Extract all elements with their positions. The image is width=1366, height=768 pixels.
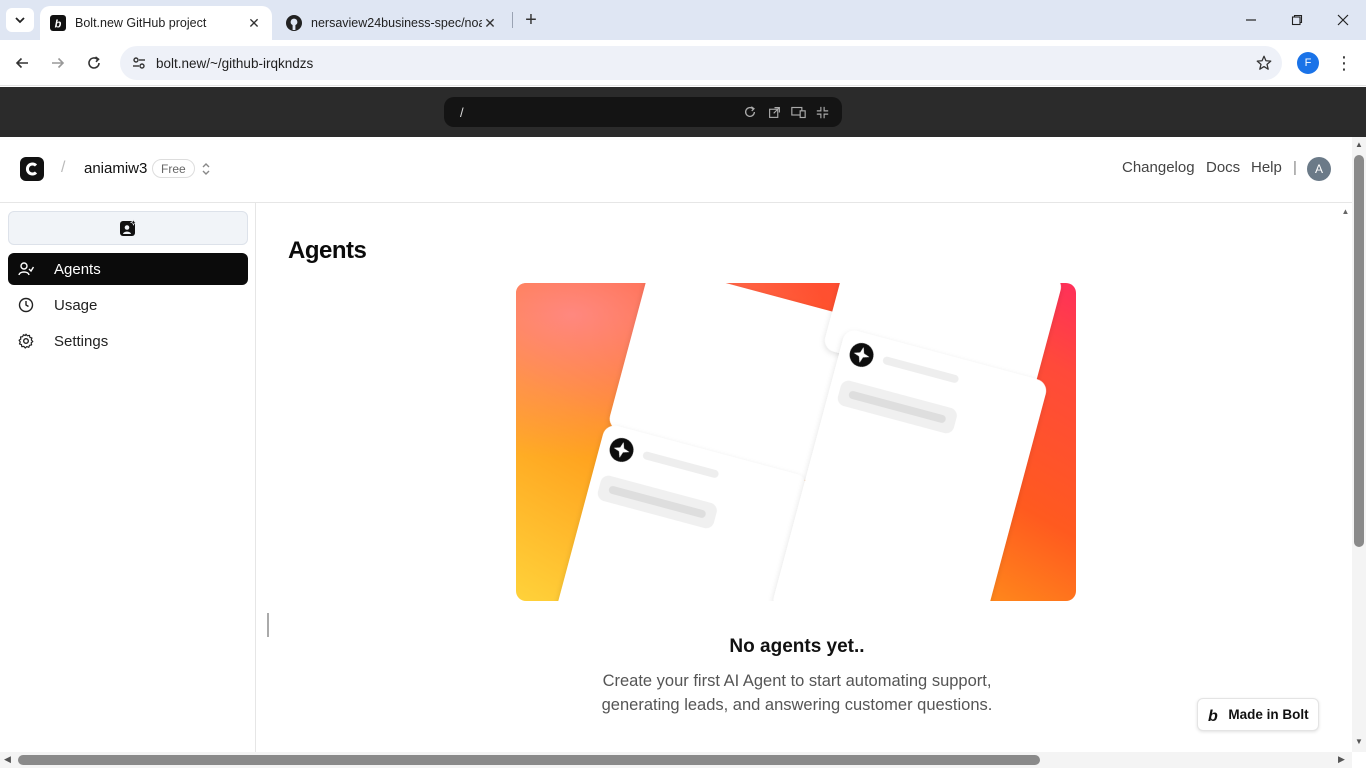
empty-state-illustration	[516, 283, 1076, 601]
back-arrow-icon[interactable]	[8, 49, 36, 77]
agents-icon	[18, 261, 34, 277]
reload-icon[interactable]	[80, 49, 108, 77]
bookmark-star-icon[interactable]	[1246, 54, 1282, 72]
page-title: Agents	[288, 237, 367, 264]
main-content: Agents No agents yet.. Create your first…	[257, 203, 1337, 752]
svg-text:b: b	[55, 19, 62, 31]
add-user-icon	[120, 219, 137, 236]
sidebar-item-agents[interactable]: Agents	[8, 253, 248, 285]
sidebar-item-label: Settings	[54, 332, 109, 350]
bolt-logo-icon: b	[1207, 707, 1221, 723]
chevron-down-icon	[15, 17, 25, 24]
minimize-icon[interactable]	[1228, 0, 1274, 40]
tab-bolt[interactable]: b Bolt.new GitHub project ✕	[40, 6, 272, 40]
plan-badge: Free	[152, 159, 195, 178]
tab-separator	[512, 12, 513, 28]
made-in-bolt-label: Made in Bolt	[1228, 707, 1309, 722]
empty-state-desc-line: Create your first AI Agent to start auto…	[602, 672, 992, 690]
tab-search-button[interactable]	[6, 8, 34, 32]
content-scrollbar[interactable]: ▲	[1339, 203, 1352, 752]
org-switcher-icon[interactable]	[199, 161, 213, 177]
empty-state-description: Create your first AI Agent to start auto…	[257, 669, 1337, 717]
page-horizontal-scrollbar[interactable]: ◀ ▶	[0, 752, 1352, 768]
header-separator: |	[1293, 159, 1297, 176]
browser-tabstrip: b Bolt.new GitHub project ✕ nersaview24b…	[0, 0, 1366, 40]
bolt-favicon-icon: b	[50, 15, 66, 31]
gear-icon	[18, 333, 34, 349]
browser-menu-icon[interactable]: ⋮	[1334, 50, 1354, 76]
resize-handle[interactable]	[267, 613, 269, 637]
sidebar-item-label: Agents	[54, 260, 101, 278]
sidebar-item-label: Usage	[54, 296, 98, 314]
scroll-right-arrow-icon[interactable]: ▶	[1338, 754, 1345, 765]
github-favicon-icon	[286, 15, 302, 31]
forward-arrow-icon[interactable]	[44, 49, 72, 77]
docs-link[interactable]: Docs	[1206, 159, 1240, 176]
profile-avatar[interactable]: F	[1297, 52, 1319, 74]
vertical-scroll-thumb[interactable]	[1354, 155, 1364, 547]
scroll-down-arrow-icon[interactable]: ▼	[1355, 737, 1363, 746]
empty-state-desc-line: generating leads, and answering customer…	[601, 696, 993, 714]
preview-reload-icon[interactable]	[742, 104, 758, 120]
app-frame: / aniamiw3 Free Changelog Docs Help | A …	[0, 137, 1352, 752]
device-preview-icon[interactable]	[790, 104, 806, 120]
preview-bar: /	[0, 87, 1366, 137]
app-logo-icon[interactable]	[20, 157, 44, 181]
close-window-icon[interactable]	[1320, 0, 1366, 40]
horizontal-scroll-thumb[interactable]	[18, 755, 1040, 765]
sidebar-item-usage[interactable]: Usage	[8, 289, 248, 321]
scroll-left-arrow-icon[interactable]: ◀	[4, 754, 11, 765]
org-name[interactable]: aniamiw3	[84, 160, 147, 177]
tab-github[interactable]: nersaview24business-spec/noa ✕	[276, 6, 508, 40]
changelog-link[interactable]: Changelog	[1122, 159, 1195, 176]
new-agent-button[interactable]	[8, 211, 248, 245]
open-external-icon[interactable]	[766, 104, 782, 120]
tab-title: Bolt.new GitHub project	[75, 16, 207, 30]
tab-title: nersaview24business-spec/noa	[311, 16, 482, 30]
browser-toolbar: bolt.new/~/github-irqkndzs F ⋮	[0, 40, 1366, 86]
scroll-up-arrow-icon[interactable]: ▲	[1355, 140, 1363, 149]
tab-close-icon[interactable]: ✕	[482, 15, 498, 31]
restore-icon[interactable]	[1274, 0, 1320, 40]
scroll-up-arrow-icon[interactable]: ▲	[1341, 207, 1350, 216]
site-settings-icon[interactable]	[122, 55, 156, 71]
clock-icon	[18, 297, 34, 313]
preview-url-input[interactable]: /	[444, 97, 842, 127]
help-link[interactable]: Help	[1251, 159, 1282, 176]
preview-path: /	[460, 104, 464, 120]
address-bar[interactable]: bolt.new/~/github-irqkndzs	[120, 46, 1282, 80]
address-url: bolt.new/~/github-irqkndzs	[156, 55, 314, 71]
new-tab-plus-icon[interactable]: +	[520, 9, 542, 31]
app-header: / aniamiw3 Free Changelog Docs Help | A	[0, 137, 1352, 203]
empty-state-title: No agents yet..	[729, 636, 865, 657]
sidebar-item-settings[interactable]: Settings	[8, 325, 248, 357]
page-vertical-scrollbar[interactable]: ▲ ▼	[1352, 137, 1366, 752]
user-avatar[interactable]: A	[1307, 157, 1331, 181]
svg-text:b: b	[1208, 708, 1218, 723]
sidebar: Agents Usage Settings	[0, 203, 256, 752]
tab-close-icon[interactable]: ✕	[246, 15, 262, 31]
breadcrumb-separator: /	[61, 159, 66, 176]
made-in-bolt-badge[interactable]: b Made in Bolt	[1197, 698, 1319, 731]
collapse-icon[interactable]	[814, 104, 830, 120]
